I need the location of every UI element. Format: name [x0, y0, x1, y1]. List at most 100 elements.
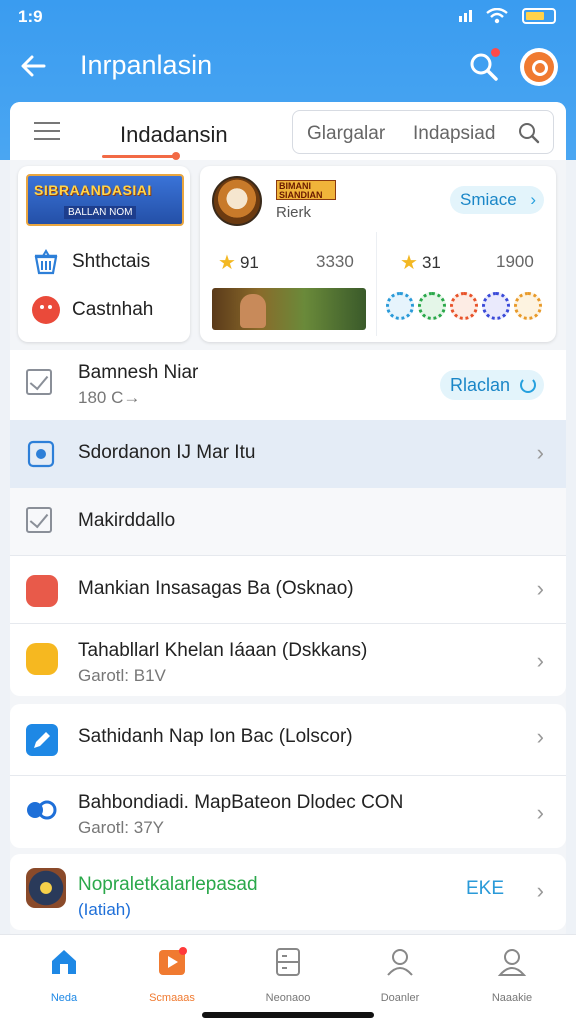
- app-icon: [26, 798, 57, 828]
- list-item-title: Makirddallo: [78, 510, 176, 531]
- record-icon: [26, 439, 56, 469]
- profile-icon: [524, 52, 554, 82]
- banner-subtitle: BALLAN NOM: [64, 206, 137, 219]
- list-item[interactable]: Sdordanon IJ Mar Itu ›: [10, 420, 566, 488]
- profile-button[interactable]: [520, 48, 558, 86]
- menu-button[interactable]: [34, 122, 60, 142]
- list-item-subtitle: Garotl: B1V: [78, 666, 166, 685]
- badge-icon: [386, 292, 414, 320]
- category-item-label: Shthctais: [72, 251, 151, 272]
- status-pill-label: Rlaclan: [450, 375, 511, 395]
- signal-icon: [459, 10, 472, 22]
- list-item-subtitle: 180 C→: [78, 388, 141, 407]
- status-pill-button[interactable]: Rlaclan: [440, 370, 544, 400]
- game-action-label: Smiace: [460, 190, 517, 209]
- list-item[interactable]: Bahbondiadi. MapBateon Dlodec CON Garotl…: [10, 776, 566, 848]
- nav-label: Scmaaas: [149, 992, 195, 1004]
- badge-icon: [482, 292, 510, 320]
- category-item[interactable]: Castnhah: [32, 292, 153, 328]
- list-item-title: Bahbondiadi. MapBateon Dlodec CON: [78, 792, 404, 813]
- game-subtitle: Rierk: [276, 204, 312, 221]
- list-item-title: Bamnesh Niar: [78, 362, 199, 383]
- search-placeholder: Indapsiad: [413, 123, 496, 144]
- back-button[interactable]: [16, 48, 52, 84]
- rating-stat: ★ 31: [400, 250, 441, 275]
- list-item[interactable]: Nopraletkalarlepasad (Iatiah) EKE ›: [10, 854, 566, 930]
- search-icon: [519, 123, 540, 144]
- rating-stat: ★ 91: [218, 250, 259, 275]
- list-item[interactable]: Tahabllarl Khelan Iáaan (Dskkans) Garotl…: [10, 624, 566, 696]
- rating-value: 91: [239, 252, 259, 272]
- home-indicator[interactable]: [202, 1012, 374, 1018]
- game-action-button[interactable]: Smiace ›: [450, 186, 544, 214]
- card-divider: [376, 232, 377, 336]
- checkbox-icon[interactable]: [26, 507, 56, 537]
- bottom-nav: Neda Scmaaas Neonaoo Doanler Naaakie: [0, 934, 576, 1024]
- notification-dot: [491, 48, 500, 57]
- star-icon: ★: [400, 252, 418, 274]
- tab-active[interactable]: Indadansin: [102, 108, 248, 160]
- list-item-title: Sathidanh Nap Ion Bac (Lolscor): [78, 726, 353, 747]
- game-banner-image: SIBRAANDASIAI BALLAN NOM: [26, 174, 184, 226]
- nav-label: Naaakie: [491, 992, 533, 1004]
- toolbar: Indadansin Glargalar Indapsiad: [10, 102, 566, 160]
- app-icon: [26, 575, 58, 607]
- nav-item-home[interactable]: Neda: [16, 947, 112, 1007]
- nav-item-news[interactable]: Neonaoo: [240, 947, 336, 1007]
- search-filter-label: Glargalar: [307, 123, 386, 144]
- user-icon: [387, 949, 413, 976]
- status-icons: [459, 8, 556, 24]
- nav-item-services[interactable]: Scmaaas: [124, 947, 220, 1007]
- nav-item-profile[interactable]: Naaakie: [464, 947, 560, 1007]
- list-item[interactable]: Sathidanh Nap Ion Bac (Lolscor) ›: [10, 704, 566, 776]
- search-input[interactable]: Glargalar Indapsiad: [292, 110, 554, 154]
- chevron-right-icon: ›: [536, 648, 544, 673]
- chevron-right-icon: ›: [536, 878, 544, 903]
- badge-icon: [450, 292, 478, 320]
- tab-indicator: [102, 155, 178, 158]
- game-screenshot[interactable]: [212, 288, 366, 330]
- list-item-title: Tahabllarl Khelan Iáaan (Dskkans): [78, 640, 368, 661]
- basket-icon: [34, 249, 58, 275]
- app-title: Inrpanlasin: [80, 50, 213, 80]
- list-item-title: Sdordanon IJ Mar Itu: [78, 442, 256, 463]
- document-icon: [276, 948, 300, 976]
- search-button[interactable]: [466, 48, 502, 84]
- app-icon: [26, 724, 58, 756]
- game-avatar: [212, 176, 262, 226]
- back-arrow-icon: [21, 55, 46, 77]
- loading-icon: [520, 377, 536, 393]
- chevron-right-icon: ›: [536, 724, 544, 749]
- list-item[interactable]: Makirddallo: [10, 488, 566, 556]
- stat-count: 3330: [316, 252, 354, 271]
- checkbox-icon[interactable]: [26, 369, 56, 399]
- list-item-subtitle: Garotl: 37Y: [78, 818, 164, 837]
- category-item-label: Castnhah: [72, 299, 154, 320]
- category-item[interactable]: Shthctais: [32, 244, 150, 280]
- game-card[interactable]: BIMANI SIANDIAN Rierk Smiace › ★ 91 3330…: [200, 166, 556, 342]
- stat-count: 1900: [496, 252, 534, 271]
- home-icon: [52, 950, 76, 974]
- list-item-title: Mankian Insasagas Ba (Osknao): [78, 578, 354, 599]
- battery-icon: [522, 8, 556, 24]
- list-item-title: Nopraletkalarlepasad: [78, 874, 258, 895]
- badge-icon: [514, 292, 542, 320]
- list-item[interactable]: Mankian Insasagas Ba (Osknao) ›: [10, 556, 566, 624]
- category-card[interactable]: SIBRAANDASIAI BALLAN NOM Shthctais Castn…: [18, 166, 190, 342]
- nav-label: Doanler: [380, 992, 420, 1004]
- app-icon: [26, 643, 58, 675]
- app-bar: Inrpanlasin: [0, 38, 576, 94]
- rating-value: 31: [421, 252, 441, 272]
- status-time: 1:9: [18, 7, 43, 26]
- badge-icon: [418, 292, 446, 320]
- app-icon: [26, 868, 66, 908]
- nav-item-downloads[interactable]: Doanler: [352, 947, 448, 1007]
- chevron-right-icon: ›: [536, 440, 544, 465]
- nav-label: Neonaoo: [265, 992, 311, 1004]
- tab-label: Indadansin: [120, 122, 228, 147]
- star-icon: ★: [218, 252, 236, 274]
- wifi-icon: [486, 8, 508, 24]
- status-bar: 1:9: [0, 0, 576, 34]
- banner-title: SIBRAANDASIAI: [34, 182, 152, 198]
- list-item[interactable]: Bamnesh Niar 180 C→ Rlaclan: [10, 350, 566, 420]
